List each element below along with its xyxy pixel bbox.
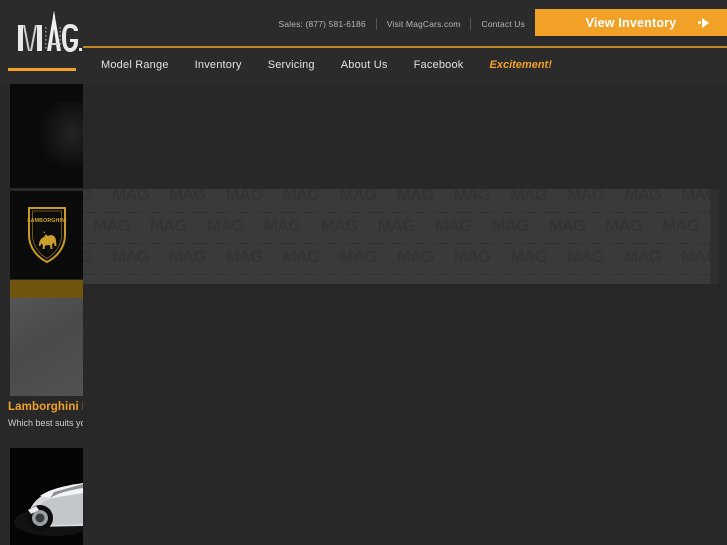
watermark-glyph: MAG: [624, 189, 662, 204]
logo-underline: [8, 68, 76, 71]
sidebar: LAMBORGHINI Lamborghini Which best suits…: [0, 84, 83, 545]
watermark-glyph: MAG: [377, 216, 416, 235]
watermark-glyph: MAG: [510, 189, 548, 204]
sidebar-clip: LAMBORGHINI Lamborghini Which best suits…: [0, 84, 83, 545]
image-placeholder-tile[interactable]: [10, 298, 83, 396]
sports-car-photo-tile[interactable]: [10, 448, 83, 545]
watermark-glyph: MAG: [662, 216, 700, 235]
mag-logo[interactable]: [14, 7, 82, 63]
arrow-right-icon: [698, 17, 709, 28]
nav-item-model-range[interactable]: Model Range: [88, 59, 182, 71]
placeholder-shading: [10, 298, 83, 396]
lamborghini-crest-tile[interactable]: LAMBORGHINI: [10, 191, 83, 279]
watermark-row: MAG MAG MAG MAG MAG MAG MAG MAG MAG MAG …: [83, 189, 719, 216]
watermark-glyph: MAG: [605, 216, 643, 235]
page-root: MAG MAG MAG MAG MAG MAG MAG MAG MAG MAG …: [0, 0, 727, 545]
watermark-glyph: MAG: [282, 189, 321, 204]
nav-item-servicing[interactable]: Servicing: [255, 59, 328, 71]
mag-logo-icon: [18, 11, 82, 52]
visit-magcars-link[interactable]: Visit MagCars.com: [377, 18, 471, 30]
hero-image-tile[interactable]: [10, 84, 83, 188]
watermark-glyph: MAG: [624, 247, 662, 266]
nav-item-about-us[interactable]: About Us: [328, 59, 401, 71]
sales-phone-link[interactable]: Sales: (877) 581-6186: [268, 18, 375, 30]
watermark-glyph: MAG: [567, 189, 605, 204]
nav-item-inventory[interactable]: Inventory: [182, 59, 255, 71]
header-divider-rule: [83, 46, 727, 48]
watermark-glyph: MAG: [168, 189, 207, 204]
watermark-row: MAG MAG MAG MAG MAG MAG MAG MAG MAG MAG …: [83, 247, 719, 278]
site-header: Sales: (877) 581-6186 Visit MagCars.com …: [0, 0, 727, 84]
nav-item-excitement[interactable]: Excitement!: [477, 59, 565, 71]
sports-car-illustration: [10, 448, 83, 545]
watermark-glyph: MAG: [263, 216, 302, 235]
watermark-glyph: MAG: [339, 247, 378, 266]
gold-accent-band: [10, 280, 83, 298]
view-inventory-button[interactable]: View Inventory: [535, 9, 727, 36]
watermark-glyph: MAG: [320, 216, 359, 235]
nav-item-facebook[interactable]: Facebook: [401, 59, 477, 71]
watermark-glyph: MAG: [491, 216, 529, 235]
watermark-glyph: MAG: [282, 247, 321, 266]
contact-us-link[interactable]: Contact Us: [471, 18, 535, 30]
watermark-glyph: MAG: [206, 216, 245, 235]
lamborghini-shield-icon: LAMBORGHINI: [27, 207, 67, 264]
promo-headline: Lamborghini M: [8, 401, 83, 413]
watermark-glyph: MAG: [111, 189, 150, 204]
watermark-glyph: MAG: [453, 247, 491, 266]
watermark-glyph: MAG: [149, 216, 188, 235]
watermark-glyph: MAG: [225, 247, 264, 266]
svg-text:LAMBORGHINI: LAMBORGHINI: [27, 218, 67, 224]
watermark-glyph: MAG: [83, 247, 93, 266]
primary-nav: Model Range Inventory Servicing About Us…: [88, 53, 565, 77]
watermark-row: MAG MAG MAG MAG MAG MAG MAG MAG MAG MAG …: [93, 216, 719, 247]
watermark-glyph: MAG: [396, 247, 435, 266]
watermark-glyph: MAG: [168, 247, 207, 266]
watermark-loading-band: MAG MAG MAG MAG MAG MAG MAG MAG MAG MAG …: [83, 189, 719, 284]
watermark-glyph: MAG: [453, 189, 491, 204]
watermark-glyph: MAG: [111, 247, 150, 266]
watermark-glyph: MAG: [396, 189, 435, 204]
watermark-band-right-edge: [710, 189, 719, 284]
view-inventory-label: View Inventory: [585, 15, 677, 30]
promo-subline: Which best suits you: [8, 418, 83, 428]
watermark-glyph: MAG: [567, 247, 605, 266]
hero-image-glow: [37, 102, 83, 172]
watermark-glyph: MAG: [225, 189, 264, 204]
utility-links: Sales: (877) 581-6186 Visit MagCars.com …: [268, 18, 535, 30]
watermark-glyph: MAG: [339, 189, 378, 204]
watermark-glyph: MAG: [83, 189, 93, 204]
watermark-glyph: MAG: [548, 216, 586, 235]
watermark-glyph: MAG: [510, 247, 548, 266]
watermark-glyph: MAG: [434, 216, 473, 235]
main-stage: MAG MAG MAG MAG MAG MAG MAG MAG MAG MAG …: [0, 84, 727, 545]
watermark-glyph: MAG: [93, 216, 131, 235]
